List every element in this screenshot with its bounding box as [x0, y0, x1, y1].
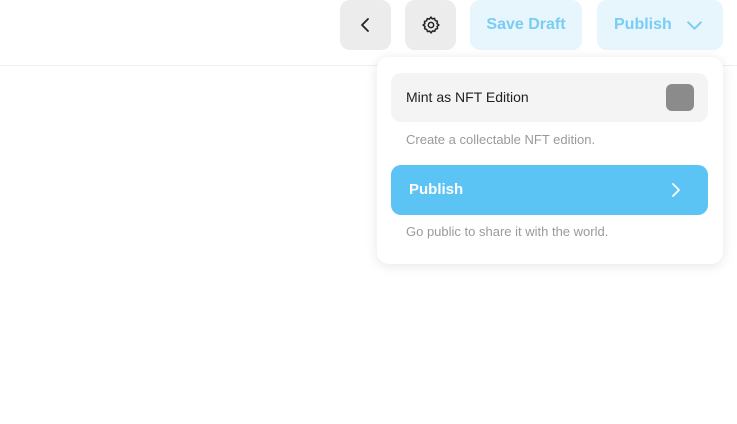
publish-option[interactable]: Publish — [391, 165, 708, 215]
chevron-left-icon — [360, 18, 369, 32]
publish-option-label: Publish — [409, 181, 464, 198]
publish-button-label: Publish — [614, 16, 672, 33]
mint-nft-label: Mint as NFT Edition — [406, 89, 529, 105]
chevron-right-icon — [672, 183, 680, 197]
publish-menu: Mint as NFT Edition Create a collectable… — [377, 57, 723, 264]
publish-dropdown-button[interactable]: Publish — [597, 0, 723, 50]
save-draft-button[interactable]: Save Draft — [470, 0, 582, 50]
gear-icon — [421, 16, 440, 34]
mint-nft-description: Create a collectable NFT edition. — [406, 132, 596, 147]
mint-nft-toggle[interactable] — [666, 84, 694, 111]
mint-nft-option[interactable]: Mint as NFT Edition — [391, 73, 708, 122]
publish-description: Go public to share it with the world. — [406, 224, 609, 239]
chevron-down-icon — [687, 21, 702, 30]
settings-button[interactable] — [405, 0, 456, 50]
save-draft-label: Save Draft — [486, 16, 566, 33]
back-button[interactable] — [340, 0, 391, 50]
